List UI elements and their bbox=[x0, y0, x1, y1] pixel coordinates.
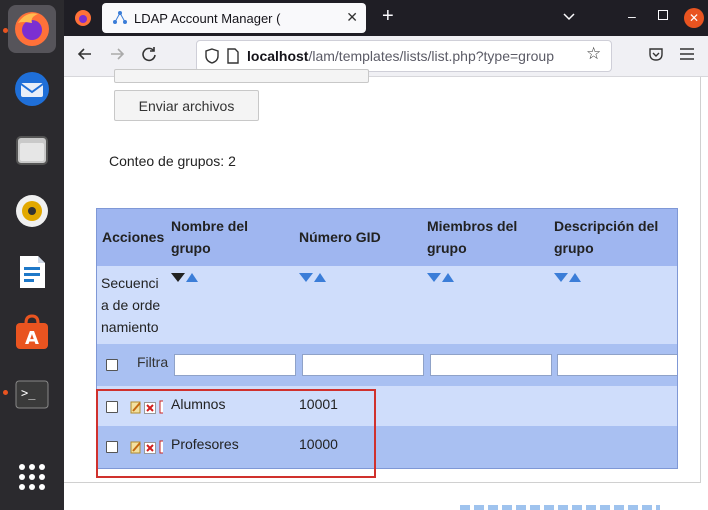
svg-text:A: A bbox=[25, 328, 39, 349]
svg-text:>_: >_ bbox=[21, 386, 36, 400]
url-path: /lam/templates/lists/list.php?type=group bbox=[308, 48, 554, 64]
url-bar[interactable]: localhost/lam/templates/lists/list.php?t… bbox=[196, 40, 612, 72]
sort-name-control[interactable] bbox=[171, 273, 198, 282]
header-members[interactable]: Miembros del grupo bbox=[427, 215, 537, 259]
filter-description-input[interactable] bbox=[557, 354, 677, 376]
page-content: Enviar archivos Conteo de grupos: 2 Acci… bbox=[64, 69, 708, 510]
reload-icon[interactable] bbox=[140, 45, 158, 66]
sort-gid-control[interactable] bbox=[299, 273, 326, 282]
close-window-icon[interactable]: ✕ bbox=[684, 8, 704, 28]
group-count: Conteo de grupos: 2 bbox=[109, 153, 236, 169]
page-info-icon[interactable] bbox=[227, 48, 239, 64]
sort-description-control[interactable] bbox=[554, 273, 581, 282]
restore-icon[interactable] bbox=[658, 10, 668, 20]
upload-files-button[interactable]: Enviar archivos bbox=[114, 90, 259, 121]
sort-ascending-icon[interactable] bbox=[442, 273, 454, 282]
firefox-view-icon[interactable] bbox=[74, 9, 92, 27]
bottom-fragment bbox=[460, 505, 660, 510]
apps-grid-icon[interactable] bbox=[8, 453, 56, 501]
select-all-checkbox[interactable] bbox=[106, 359, 118, 371]
filter-name-input[interactable] bbox=[174, 354, 296, 376]
sort-members-control[interactable] bbox=[427, 273, 454, 282]
url-host: localhost bbox=[247, 48, 309, 64]
rhythmbox-icon[interactable] bbox=[8, 187, 56, 235]
tab-close-icon[interactable]: ✕ bbox=[346, 9, 358, 26]
list-tabs-icon[interactable] bbox=[562, 9, 576, 26]
tracking-protection-icon[interactable] bbox=[205, 48, 219, 64]
sort-order-label: Secuencia de ordenamiento bbox=[101, 275, 161, 335]
software-store-icon[interactable]: A bbox=[8, 309, 56, 357]
ldap-favicon-icon bbox=[112, 10, 128, 26]
minimize-icon[interactable]: – bbox=[628, 8, 636, 24]
filter-gid-input[interactable] bbox=[302, 354, 424, 376]
thunderbird-icon[interactable] bbox=[8, 65, 56, 113]
header-gid[interactable]: Número GID bbox=[299, 226, 381, 248]
sort-ascending-icon[interactable] bbox=[186, 273, 198, 282]
highlight-box bbox=[96, 389, 376, 478]
browser-tab-bar: LDAP Account Manager ( ✕ + – ✕ bbox=[64, 0, 708, 36]
writer-icon[interactable] bbox=[8, 248, 56, 296]
terminal-icon[interactable]: >_ bbox=[8, 370, 56, 418]
active-indicator bbox=[3, 28, 8, 33]
header-group-name[interactable]: Nombre del grupo bbox=[171, 215, 281, 259]
sort-ascending-icon[interactable] bbox=[569, 273, 581, 282]
header-description[interactable]: Descripción del grupo bbox=[554, 215, 674, 259]
sort-descending-icon[interactable] bbox=[427, 273, 441, 282]
tab-ldap-account-manager[interactable]: LDAP Account Manager ( ✕ bbox=[102, 3, 366, 33]
app-menu-icon[interactable] bbox=[680, 47, 694, 63]
sort-descending-icon[interactable] bbox=[554, 273, 568, 282]
sort-descending-icon[interactable] bbox=[299, 273, 313, 282]
pocket-icon[interactable] bbox=[648, 46, 664, 65]
filter-label: Filtrar bbox=[137, 354, 169, 370]
bookmark-star-icon[interactable]: ☆ bbox=[586, 44, 601, 64]
firefox-icon[interactable] bbox=[8, 5, 56, 53]
files-icon[interactable] bbox=[8, 126, 56, 174]
back-icon[interactable] bbox=[76, 45, 94, 66]
sort-descending-icon[interactable] bbox=[171, 273, 185, 282]
url-text: localhost/lam/templates/lists/list.php?t… bbox=[247, 48, 554, 64]
active-indicator bbox=[3, 390, 8, 395]
filter-members-input[interactable] bbox=[430, 354, 552, 376]
new-tab-icon[interactable]: + bbox=[382, 5, 394, 28]
forward-icon[interactable] bbox=[108, 45, 126, 66]
header-actions: Acciones bbox=[102, 229, 165, 245]
file-input-button[interactable] bbox=[114, 69, 369, 83]
tab-title: LDAP Account Manager ( bbox=[134, 10, 281, 26]
sort-ascending-icon[interactable] bbox=[314, 273, 326, 282]
ubuntu-dock: A >_ bbox=[0, 0, 64, 510]
